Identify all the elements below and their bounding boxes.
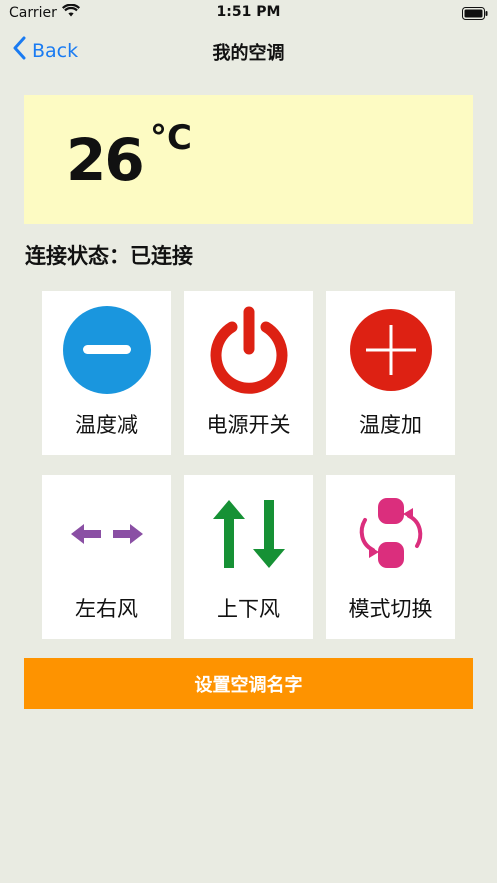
temperature-value: 26 (66, 126, 145, 194)
power-icon (184, 303, 313, 397)
swing-horizontal-button[interactable]: 左右风 (42, 475, 171, 639)
minus-circle-icon (42, 303, 171, 397)
plus-circle-icon (326, 303, 455, 397)
temp-down-label: 温度减 (75, 413, 138, 437)
temperature-panel: 26 °C (24, 95, 473, 224)
power-button[interactable]: 电源开关 (184, 291, 313, 455)
nav-bar: Back 我的空调 (0, 26, 497, 76)
swing-horizontal-label: 左右风 (75, 597, 138, 621)
swing-vertical-button[interactable]: 上下风 (184, 475, 313, 639)
temp-up-button[interactable]: 温度加 (326, 291, 455, 455)
connection-status: 连接状态：已连接 (25, 244, 193, 268)
up-down-arrows-icon (184, 487, 313, 581)
status-time: 1:51 PM (216, 4, 281, 20)
page-title: 我的空调 (212, 43, 285, 64)
mode-switch-button[interactable]: 模式切换 (326, 475, 455, 639)
power-label: 电源开关 (206, 413, 291, 437)
temperature-unit: °C (150, 118, 192, 158)
mode-switch-label: 模式切换 (348, 597, 433, 621)
temp-down-button[interactable]: 温度减 (42, 291, 171, 455)
temp-up-label: 温度加 (359, 413, 422, 437)
status-bar: Carrier 1:51 PM (0, 0, 497, 26)
set-ac-name-button[interactable]: 设置空调名字 (24, 658, 473, 709)
mode-cycle-icon (326, 487, 455, 581)
left-right-arrows-icon (42, 487, 171, 581)
battery-icon (462, 5, 488, 20)
swing-vertical-label: 上下风 (217, 597, 280, 621)
